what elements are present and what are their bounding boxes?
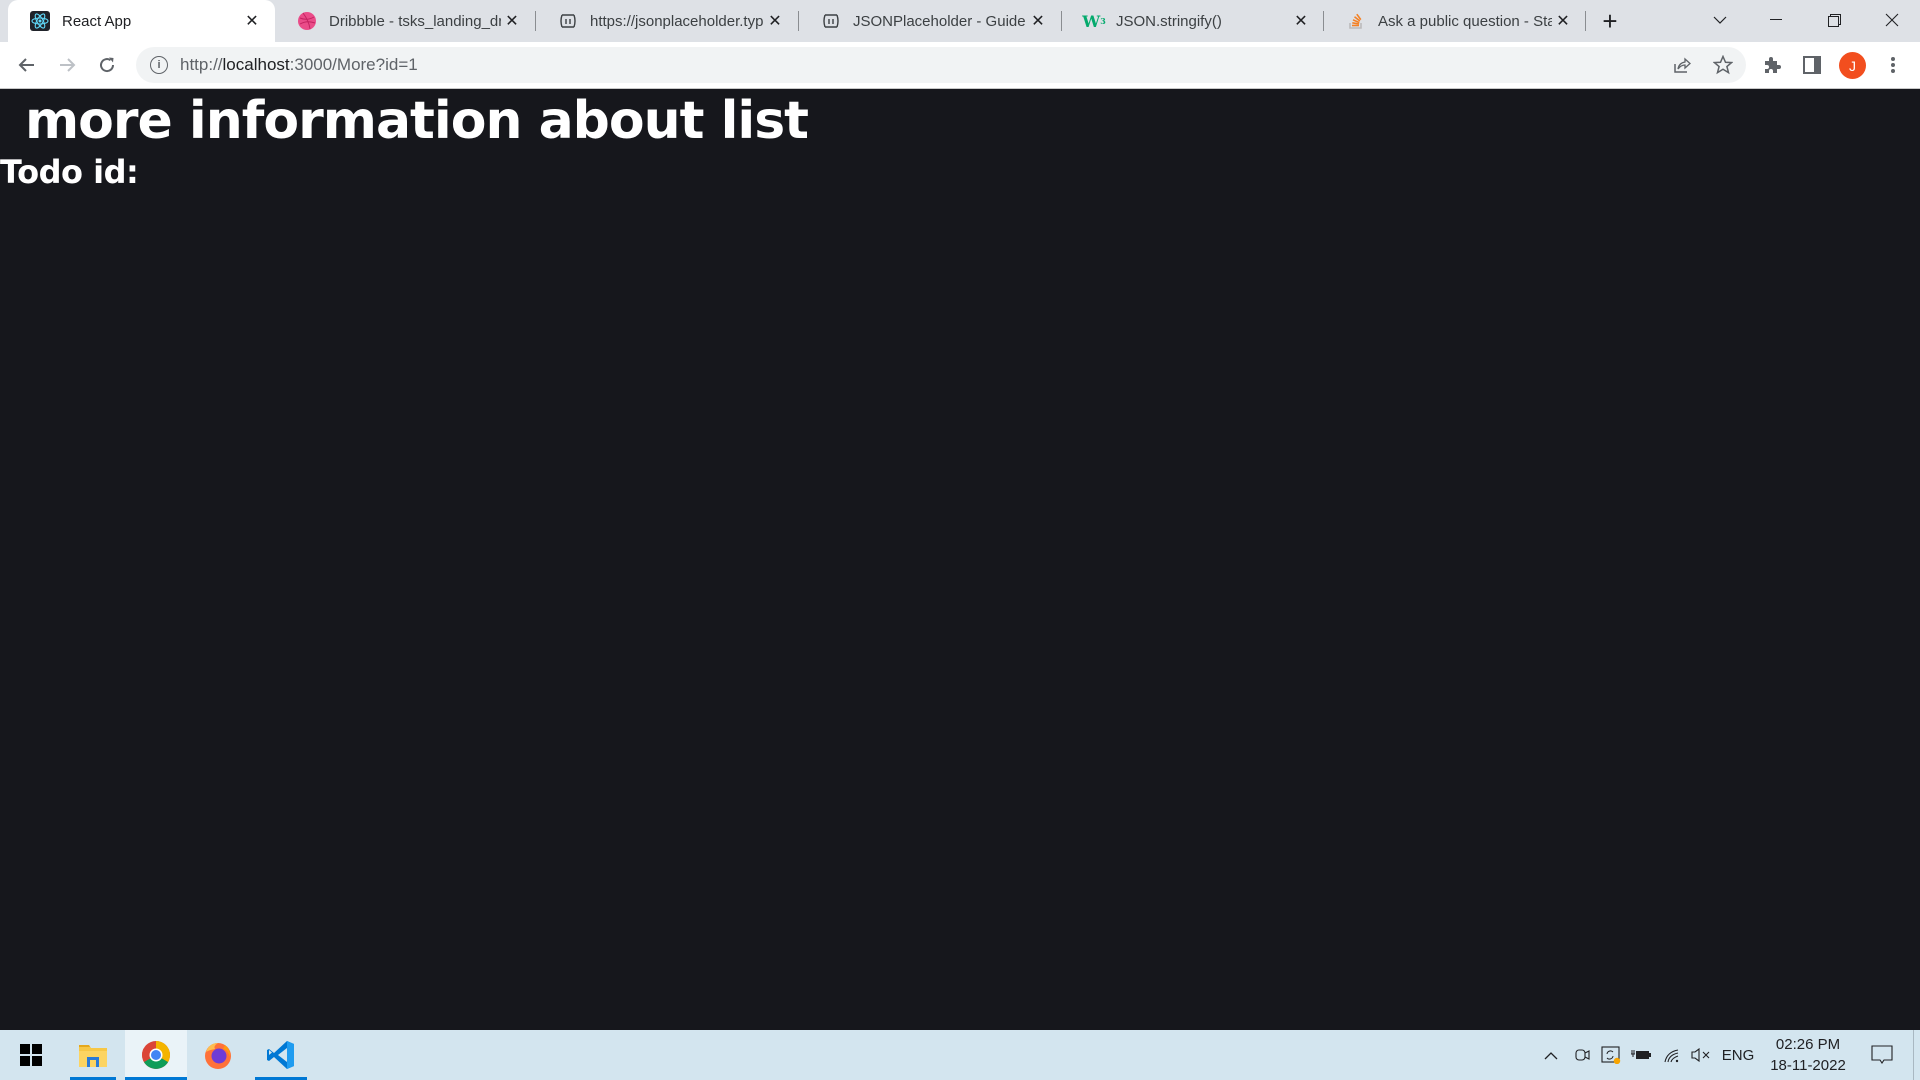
- react-icon: [30, 11, 50, 31]
- close-icon[interactable]: ✕: [1027, 10, 1049, 32]
- chevron-down-icon: [1713, 16, 1727, 24]
- chrome-icon: [142, 1041, 170, 1069]
- share-button[interactable]: [1667, 50, 1697, 80]
- tab-title: JSONPlaceholder - Guide: [853, 12, 1026, 30]
- profile-avatar[interactable]: J: [1839, 52, 1866, 79]
- tray-camera[interactable]: [1570, 1030, 1594, 1080]
- show-hidden-icons-button[interactable]: [1538, 1030, 1564, 1080]
- side-panel-icon: [1803, 56, 1821, 74]
- close-icon: [1885, 13, 1899, 27]
- reload-icon: [100, 57, 115, 73]
- taskbar-file-explorer[interactable]: [62, 1030, 124, 1080]
- minimize-button[interactable]: [1748, 0, 1804, 40]
- jsonplaceholder-icon: [821, 11, 841, 31]
- minimize-icon: [1770, 19, 1782, 20]
- address-bar[interactable]: i http://localhost:3000/More?id=1: [136, 47, 1746, 83]
- volume-muted-icon: [1691, 1048, 1710, 1062]
- todo-id-label: Todo id:: [0, 153, 139, 191]
- clock-time: 02:26 PM: [1775, 1036, 1841, 1053]
- start-button[interactable]: [0, 1030, 62, 1080]
- tab-json-stringify[interactable]: W3 JSON.stringify() ✕: [1062, 0, 1324, 42]
- battery-charging-icon: [1631, 1050, 1651, 1059]
- forward-button[interactable]: [52, 50, 82, 80]
- language-indicator[interactable]: ENG: [1718, 1030, 1758, 1080]
- chevron-up-icon: [1544, 1051, 1558, 1059]
- notifications-button[interactable]: [1864, 1030, 1900, 1080]
- stackoverflow-icon: [1346, 11, 1366, 31]
- star-icon: [1713, 55, 1733, 75]
- restore-icon: [1827, 13, 1841, 27]
- windows-logo-icon: [20, 1044, 42, 1066]
- close-window-button[interactable]: [1864, 0, 1920, 40]
- taskbar-vscode[interactable]: [250, 1030, 312, 1080]
- browser-toolbar: i http://localhost:3000/More?id=1 J: [0, 42, 1920, 88]
- tray-volume[interactable]: [1688, 1030, 1714, 1080]
- close-icon[interactable]: ✕: [241, 10, 263, 32]
- url-text[interactable]: http://localhost:3000/More?id=1: [180, 55, 418, 75]
- close-icon[interactable]: ✕: [501, 10, 523, 32]
- page-heading: more information about list: [25, 91, 809, 151]
- update-icon: [1601, 1046, 1621, 1064]
- firefox-icon: [205, 1043, 231, 1069]
- puzzle-icon: [1765, 57, 1781, 73]
- dribbble-icon: [297, 11, 317, 31]
- notification-icon: [1871, 1045, 1893, 1064]
- tab-dribbble[interactable]: Dribbble - tsks_landing_dribbble ✕: [275, 0, 535, 42]
- tab-title: Ask a public question - Stack Overflow: [1378, 12, 1552, 30]
- windows-taskbar: ENG 02:26 PM 18-11-2022: [0, 1030, 1920, 1080]
- vscode-icon: [267, 1041, 294, 1069]
- tray-network[interactable]: [1659, 1030, 1685, 1080]
- chrome-menu-button[interactable]: [1878, 50, 1908, 80]
- folder-icon: [79, 1045, 107, 1067]
- tray-update[interactable]: [1598, 1030, 1624, 1080]
- browser-tab-strip: React App ✕ Dribbble - tsks_landing_drib…: [0, 0, 1920, 42]
- restore-button[interactable]: [1806, 0, 1862, 40]
- wifi-icon: [1664, 1049, 1679, 1063]
- arrow-right-icon: [60, 58, 76, 72]
- tab-title: https://jsonplaceholder.typicode.com: [590, 12, 764, 30]
- tab-title: React App: [62, 12, 132, 30]
- show-desktop-divider[interactable]: [1913, 1030, 1914, 1080]
- url-host: localhost: [222, 55, 290, 74]
- url-path: :3000/More?id=1: [289, 55, 418, 74]
- share-icon: [1674, 57, 1691, 73]
- url-scheme: http://: [180, 55, 223, 74]
- taskbar-firefox[interactable]: [187, 1030, 249, 1080]
- back-button[interactable]: [12, 50, 42, 80]
- clock-date: 18-11-2022: [1770, 1057, 1846, 1074]
- tab-react-app[interactable]: React App ✕: [8, 0, 275, 42]
- bookmark-button[interactable]: [1708, 50, 1738, 80]
- camera-icon: [1575, 1049, 1590, 1061]
- arrow-left-icon: [18, 58, 34, 72]
- tab-title: JSON.stringify(): [1116, 12, 1222, 30]
- new-tab-button[interactable]: +: [1596, 6, 1624, 36]
- extensions-button[interactable]: [1757, 50, 1787, 80]
- tab-jsonplaceholder-guide[interactable]: JSONPlaceholder - Guide ✕: [799, 0, 1061, 42]
- close-icon[interactable]: ✕: [1552, 10, 1574, 32]
- reload-button[interactable]: [92, 50, 122, 80]
- close-icon[interactable]: ✕: [1290, 10, 1312, 32]
- side-panel-button[interactable]: [1797, 50, 1827, 80]
- w3schools-icon: W3: [1082, 11, 1106, 31]
- page-content: more information about list Todo id:: [0, 88, 1920, 1030]
- taskbar-google-chrome[interactable]: [125, 1030, 187, 1080]
- tab-search-button[interactable]: [1692, 0, 1748, 40]
- close-icon[interactable]: ✕: [764, 10, 786, 32]
- system-clock[interactable]: 02:26 PM 18-11-2022: [1764, 1034, 1852, 1076]
- tab-jsonplaceholder-home[interactable]: https://jsonplaceholder.typicode.com ✕: [536, 0, 798, 42]
- site-info-icon[interactable]: i: [150, 56, 168, 74]
- tab-separator: [1585, 11, 1586, 31]
- tab-stackoverflow[interactable]: Ask a public question - Stack Overflow ✕: [1324, 0, 1586, 42]
- tray-battery[interactable]: [1628, 1030, 1654, 1080]
- more-vertical-icon: [1891, 57, 1895, 73]
- tab-title: Dribbble - tsks_landing_dribbble: [329, 12, 501, 30]
- jsonplaceholder-icon: [558, 11, 578, 31]
